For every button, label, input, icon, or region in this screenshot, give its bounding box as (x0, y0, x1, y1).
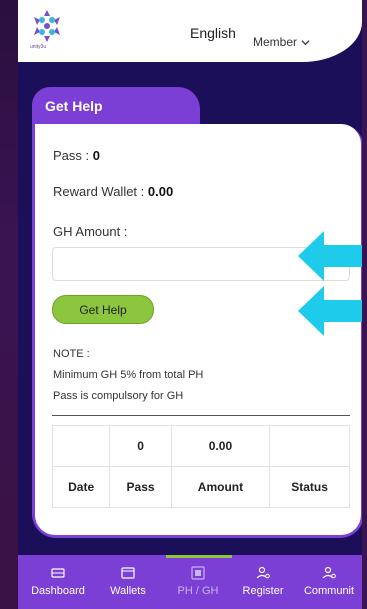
summary-status (269, 425, 350, 467)
gh-history-table: 0 0.00 Date Pass Amount Status (51, 425, 350, 508)
users-icon (322, 566, 336, 579)
language-selector[interactable]: English (190, 25, 236, 41)
nav-label: Register (242, 585, 284, 597)
arrow-left-icon (298, 231, 362, 281)
top-header: unity3u English Member (18, 0, 362, 62)
reward-label: Reward Wallet : (53, 184, 148, 199)
table-summary-row: 0 0.00 (51, 425, 350, 467)
left-backdrop (0, 0, 18, 609)
app-screen: unity3u English Member Get Help Pass : 0… (18, 0, 362, 609)
summary-pass: 0 (109, 425, 172, 467)
nav-item-community[interactable]: Communit (294, 565, 362, 597)
member-label: Member (253, 35, 298, 49)
logo-text: unity3u (30, 44, 47, 50)
nav-item-wallets[interactable]: Wallets (93, 565, 163, 597)
get-help-button[interactable]: Get Help (52, 295, 154, 324)
nav-item-register[interactable]: Register (228, 565, 298, 597)
note-line-1: Minimum GH 5% from total PH (53, 369, 204, 381)
ticket-icon (51, 568, 65, 578)
pass-value: 0 (92, 148, 100, 163)
pass-label: Pass : (53, 148, 93, 163)
note-line-2: Pass is compulsory for GH (53, 390, 184, 402)
nav-label: Wallets (110, 585, 146, 597)
nav-label: Communit (303, 585, 355, 597)
arrow-left-icon (298, 286, 362, 336)
column-header-status[interactable]: Status (269, 466, 350, 508)
square-icon (191, 566, 205, 580)
nav-active-indicator (166, 555, 232, 558)
reward-value: 0.00 (147, 184, 174, 199)
nav-label: Dashboard (31, 585, 85, 597)
card-title: Get Help (45, 98, 103, 114)
column-header-pass[interactable]: Pass (109, 466, 172, 508)
nav-item-ph-gh[interactable]: PH / GH (163, 565, 233, 597)
reward-line: Reward Wallet : 0.00 (53, 184, 173, 199)
nav-item-dashboard[interactable]: Dashboard (23, 565, 93, 597)
gh-amount-label: GH Amount : (53, 224, 128, 239)
card-title-tab: Get Help (32, 87, 200, 125)
summary-date (51, 425, 111, 467)
chevron-down-icon (301, 39, 310, 45)
column-header-date[interactable]: Date (51, 466, 111, 508)
wallet-icon (121, 567, 135, 579)
logo-icon[interactable] (32, 8, 62, 44)
bottom-nav: Dashboard Wallets PH / GH Register Commu… (18, 555, 362, 609)
pass-line: Pass : 0 (53, 148, 100, 163)
add-user-icon (256, 566, 270, 579)
nav-label: PH / GH (177, 585, 219, 597)
divider (52, 415, 350, 416)
column-header-amount[interactable]: Amount (170, 466, 271, 508)
note-title: NOTE : (53, 348, 90, 360)
member-menu[interactable]: Member (253, 35, 310, 49)
table-header-row: Date Pass Amount Status (51, 466, 350, 508)
summary-amount: 0.00 (170, 425, 271, 467)
